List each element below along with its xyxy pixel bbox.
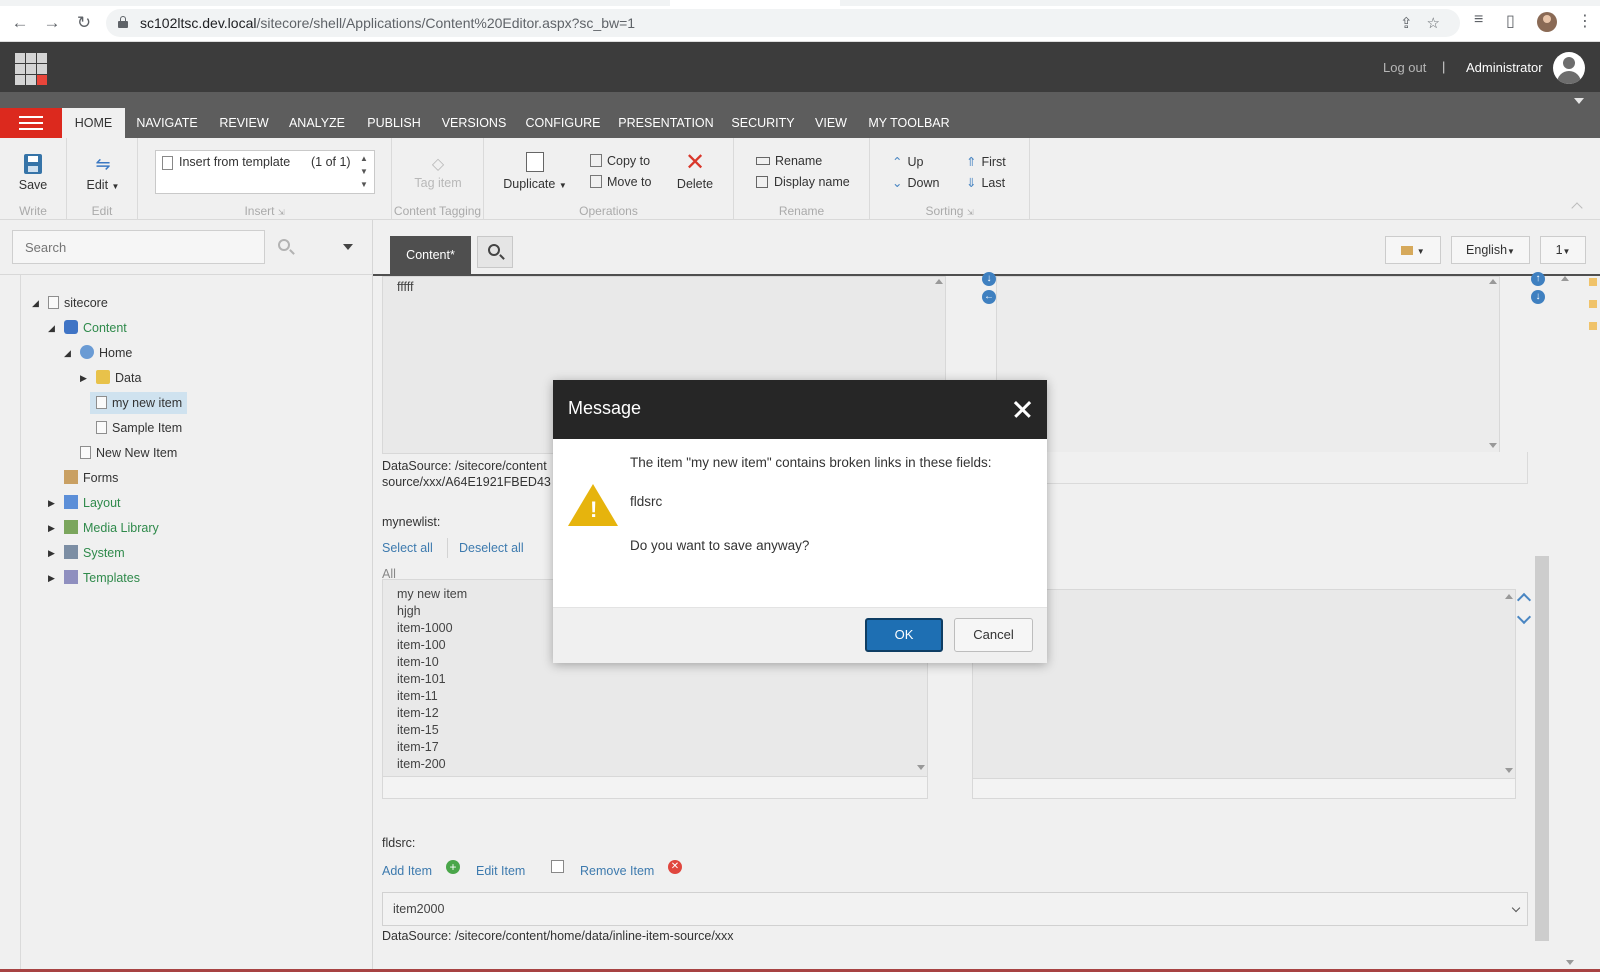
dialog-title: Message [568, 398, 642, 418]
ok-button[interactable]: OK [865, 618, 943, 652]
dialog-header: Message [553, 380, 1047, 439]
dialog-footer: OK Cancel [553, 607, 1047, 663]
message-dialog: Message ! The item "my new item" contain… [553, 380, 1047, 663]
warning-exclamation: ! [590, 497, 598, 522]
cancel-button[interactable]: Cancel [954, 618, 1033, 652]
modal-overlay: Message ! The item "my new item" contain… [0, 0, 1600, 972]
close-icon[interactable] [1010, 397, 1034, 421]
dialog-message: The item "my new item" contains broken l… [630, 455, 992, 470]
broken-field-name: fldsrc [630, 494, 663, 509]
dialog-question: Do you want to save anyway? [630, 538, 810, 553]
